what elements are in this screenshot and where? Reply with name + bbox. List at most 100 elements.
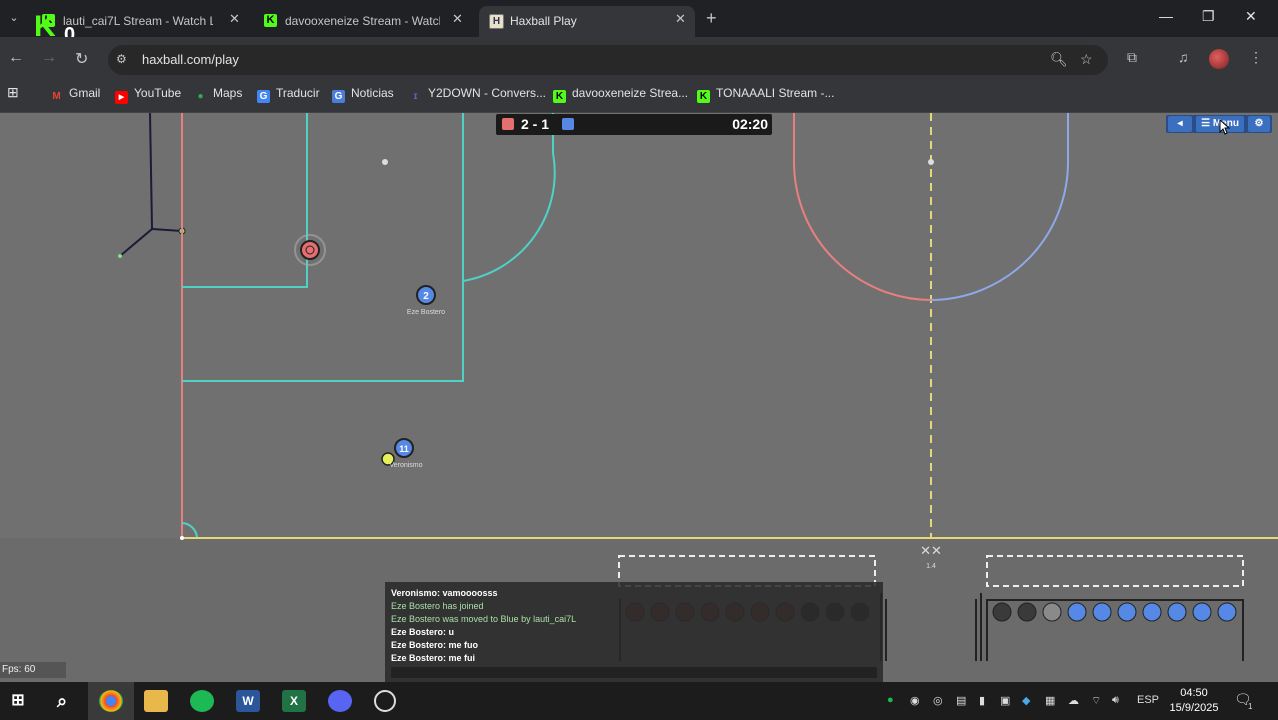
- spotify-icon[interactable]: [190, 690, 214, 712]
- reload-icon[interactable]: ↻: [75, 49, 88, 69]
- score: 2 - 1: [521, 116, 550, 132]
- bookmark-gmail[interactable]: M Gmail: [50, 86, 100, 103]
- wifi-icon[interactable]: ⌔: [1091, 694, 1101, 708]
- pitch-surface: [0, 113, 1278, 538]
- tab-haxball[interactable]: H Haxball Play ✕: [479, 6, 695, 37]
- more-menu-icon[interactable]: ⋮: [1249, 49, 1263, 66]
- chat-input[interactable]: [391, 667, 877, 678]
- close-tab-icon[interactable]: ✕: [229, 11, 240, 27]
- sound-icon[interactable]: ◂: [1168, 116, 1192, 132]
- new-tab-icon[interactable]: +: [706, 8, 717, 29]
- chat-message: Veronismo: vamoooosss: [391, 588, 498, 598]
- kick-icon: K: [697, 90, 710, 103]
- tray-app-icon[interactable]: ▤: [956, 694, 966, 707]
- clock[interactable]: 04:50 15/9/2025: [1166, 686, 1222, 716]
- clock-time: 04:50: [1180, 687, 1208, 699]
- bookmark-star-icon[interactable]: ☆: [1080, 51, 1093, 68]
- site-info-icon[interactable]: ⚙: [116, 52, 127, 66]
- kick-icon: K: [553, 90, 566, 103]
- bookmark-maps[interactable]: ● Maps: [194, 86, 242, 103]
- chat-message: Eze Bostero has joined: [391, 601, 484, 611]
- chat-box: Veronismo: vamoooosss Eze Bostero has jo…: [385, 582, 883, 682]
- discord-icon[interactable]: [328, 690, 352, 712]
- tab-title: davooxeneize Stream - Watch L: [285, 14, 440, 28]
- tab-strip: ⌄ K lauti_cai7L Stream - Watch Live ✕ K …: [0, 0, 1278, 46]
- penalty-spot: [382, 159, 388, 165]
- bookmark-youtube[interactable]: ▶ YouTube: [115, 86, 181, 104]
- chat-message: Eze Bostero: me fui: [391, 653, 476, 663]
- bookmark-y2down[interactable]: ɪ Y2DOWN - Convers...: [409, 86, 546, 103]
- gmail-icon: M: [52, 91, 61, 102]
- search-icon[interactable]: ⌕: [50, 690, 74, 712]
- tab-title: lauti_cai7L Stream - Watch Live: [63, 14, 213, 28]
- red-player: [300, 240, 320, 260]
- game-timer: 02:20: [732, 116, 768, 132]
- bookmarks-bar: ⊞ M Gmail ▶ YouTube ● Maps G Traducir G Notic…: [0, 79, 1278, 113]
- discord-tray-icon[interactable]: ◉: [910, 694, 920, 707]
- address-bar[interactable]: ⚙ haxball.com/play 🔍︎ ☆: [108, 45, 1108, 75]
- translate-icon: G: [257, 90, 270, 103]
- obs-tray-icon[interactable]: ◎: [933, 694, 943, 707]
- tab-title: Haxball Play: [510, 14, 577, 28]
- bookmark-davooxeneize[interactable]: Kdavooxeneize Strea...: [553, 86, 688, 103]
- clock-date: 15/9/2025: [1169, 702, 1219, 714]
- goal-post-dot: [118, 254, 122, 258]
- mouse-cursor-icon: [1219, 119, 1231, 135]
- tab-davooxeneize[interactable]: K davooxeneize Stream - Watch L ✕: [254, 6, 476, 37]
- news-icon: G: [332, 90, 345, 103]
- blue-team-swatch: [562, 118, 574, 130]
- player-number: 2: [423, 291, 429, 302]
- back-icon[interactable]: ←: [8, 49, 24, 67]
- bookmark-tonaaali[interactable]: K TONAAALI Stream -...: [697, 86, 834, 103]
- chat-message: Eze Bostero: u: [391, 627, 455, 637]
- tray-app-icon[interactable]: ☁: [1068, 694, 1079, 707]
- haxball-favicon-icon: H: [489, 14, 504, 29]
- close-tab-icon[interactable]: ✕: [675, 11, 686, 27]
- microphone-icon[interactable]: ▮: [979, 694, 985, 707]
- tab-search-icon[interactable]: ⌄: [4, 8, 24, 28]
- close-window-icon[interactable]: ✕: [1245, 8, 1257, 25]
- notification-count: 1: [1248, 702, 1253, 711]
- word-icon[interactable]: W: [236, 690, 260, 712]
- media-control-icon[interactable]: ♫: [1178, 49, 1189, 65]
- player-number: 11: [399, 444, 409, 454]
- bookmark-traducir[interactable]: G Traducir: [257, 86, 320, 103]
- tray-app-icon[interactable]: ▣: [1000, 694, 1010, 707]
- close-tab-icon[interactable]: ✕: [452, 11, 463, 27]
- y2down-icon: ɪ: [413, 91, 418, 102]
- center-spot: [928, 159, 934, 165]
- corner-dot: [180, 536, 184, 540]
- obs-icon[interactable]: [374, 690, 396, 712]
- minimize-icon[interactable]: —: [1159, 8, 1173, 24]
- volume-icon[interactable]: 🔊︎: [1112, 694, 1119, 707]
- chat-message: Eze Bostero: me fuo: [391, 640, 479, 650]
- scoreboard: 2 - 1 02:20: [496, 114, 772, 135]
- tray-app-icon[interactable]: ◆: [1022, 694, 1030, 707]
- excel-icon[interactable]: X: [282, 690, 306, 712]
- zoom-icon[interactable]: 🔍︎: [1050, 51, 1068, 68]
- language-indicator[interactable]: ESP: [1137, 694, 1159, 706]
- forward-icon[interactable]: →: [41, 49, 57, 67]
- bookmark-noticias[interactable]: G Noticias: [332, 86, 394, 103]
- player-name: Veronismo: [389, 462, 422, 469]
- windows-start-icon[interactable]: ⊞: [6, 690, 30, 712]
- apps-grid-icon[interactable]: ⊞: [7, 84, 19, 101]
- settings-gear-icon[interactable]: ⚙: [1248, 116, 1270, 132]
- chrome-icon[interactable]: [99, 690, 123, 712]
- tray-app-icon[interactable]: ▦: [1045, 694, 1055, 707]
- profile-avatar[interactable]: [1209, 49, 1229, 69]
- red-team-swatch: [502, 118, 514, 130]
- url-text: haxball.com/play: [142, 52, 239, 67]
- fps-counter: Fps: 60: [0, 662, 66, 678]
- extensions-icon[interactable]: ⧉: [1127, 49, 1137, 66]
- ball-offscreen-icon: ✕✕: [920, 543, 942, 558]
- youtube-icon: ▶: [115, 91, 128, 104]
- maps-pin-icon: ●: [197, 91, 204, 102]
- hamburger-icon: ☰: [1201, 118, 1211, 129]
- windows-taskbar: ⊞ ⌕ W X ● ◉ ◎ ▤ ▮ ▣ ◆ ▦ ☁ ⌔ 🔊︎ ESP 04:50…: [0, 682, 1278, 720]
- kick-favicon-icon: K: [264, 14, 277, 27]
- spotify-tray-icon[interactable]: ●: [887, 694, 894, 706]
- ball-distance: 1.4: [926, 563, 936, 570]
- file-explorer-icon[interactable]: [144, 690, 168, 712]
- restore-icon[interactable]: ❐: [1202, 8, 1215, 25]
